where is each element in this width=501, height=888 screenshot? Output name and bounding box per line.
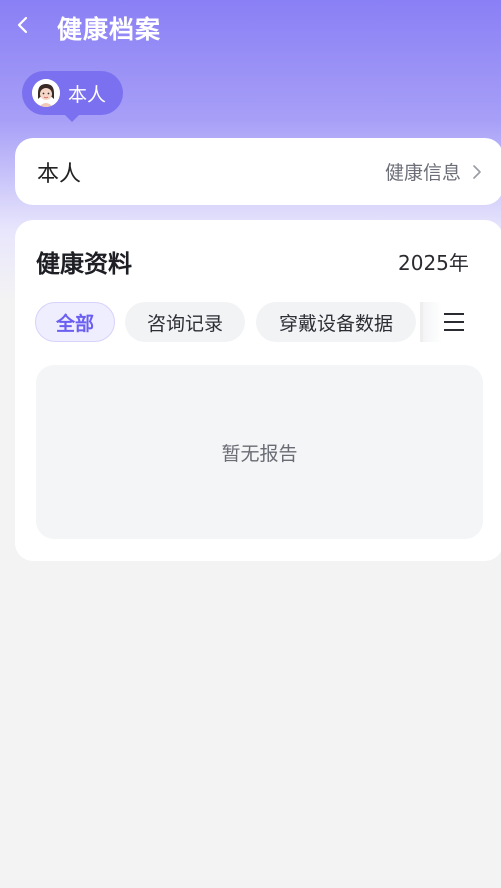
health-data-card: 健康资料 2025年 全部 咨询记录 穿戴设备数据 暂无报告	[15, 220, 501, 561]
health-records-screen: 健康档案 本人 本人 健康信息 健康资料 2025年 全部 咨询记录 穿戴设备数…	[0, 0, 501, 888]
filter-tabs: 全部 咨询记录 穿戴设备数据	[35, 302, 501, 342]
menu-button[interactable]	[441, 308, 467, 336]
section-title: 健康资料	[36, 250, 132, 278]
empty-state: 暂无报告	[36, 365, 483, 539]
profile-card[interactable]: 本人 健康信息	[15, 138, 501, 205]
menu-icon	[444, 313, 464, 331]
avatar-icon	[32, 79, 60, 107]
tabs-scroll-fade	[420, 302, 442, 342]
back-button[interactable]	[10, 12, 36, 38]
chevron-left-icon	[17, 16, 28, 34]
page-title: 健康档案	[57, 15, 162, 44]
empty-state-text: 暂无报告	[221, 442, 298, 465]
person-selector-chip[interactable]: 本人	[22, 71, 123, 122]
chip-label: 本人	[68, 83, 107, 106]
tab-consult-records[interactable]: 咨询记录	[125, 302, 245, 342]
health-info-label: 健康信息	[384, 162, 461, 184]
profile-name: 本人	[37, 161, 82, 187]
health-info-link[interactable]: 健康信息	[385, 158, 483, 185]
header: 健康档案	[0, 0, 501, 52]
tab-all[interactable]: 全部	[35, 302, 115, 342]
tab-wearable-data[interactable]: 穿戴设备数据	[256, 302, 416, 342]
year-selector[interactable]: 2025年	[398, 247, 469, 276]
chevron-right-icon	[473, 164, 481, 179]
